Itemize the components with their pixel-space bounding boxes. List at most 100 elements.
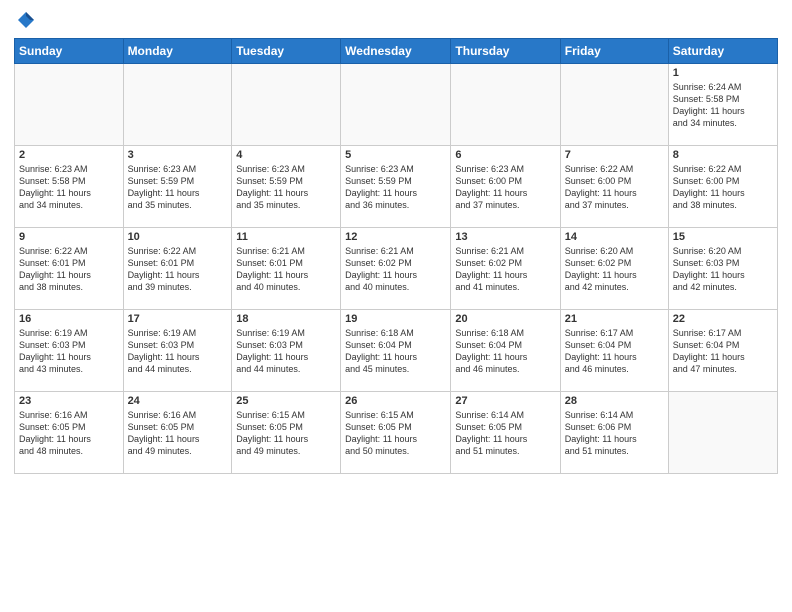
calendar-cell: 5 Sunrise: 6:23 AM Sunset: 5:59 PM Daylig…	[341, 146, 451, 228]
calendar-cell: 27Sunrise: 6:14 AM Sunset: 6:05 PM Dayli…	[451, 392, 560, 474]
calendar-cell: 18 Sunrise: 6:19 AM Sunset: 6:03 PM Dayli…	[232, 310, 341, 392]
calendar-cell: 24 Sunrise: 6:16 AM Sunset: 6:05 PM Dayli…	[123, 392, 232, 474]
day-number: 17	[128, 313, 228, 325]
calendar-cell: 14 Sunrise: 6:20 AM Sunset: 6:02 PM Dayli…	[560, 228, 668, 310]
logo-icon	[16, 10, 36, 30]
calendar-cell: 1 Sunrise: 6:24 AM Sunset: 5:58 PM Daylig…	[668, 64, 777, 146]
calendar-cell	[668, 392, 777, 474]
day-number: 26	[345, 395, 446, 407]
day-number: 5	[345, 149, 446, 161]
day-info: Sunrise: 6:21 AM Sunset: 6:02 PM Dayligh…	[345, 245, 446, 294]
calendar-cell	[341, 64, 451, 146]
calendar-cell: 28 Sunrise: 6:14 AM Sunset: 6:06 PM Dayli…	[560, 392, 668, 474]
day-info: Sunrise: 6:21 AM Sunset: 6:02 PM Dayligh…	[455, 245, 555, 294]
calendar-cell: 6 Sunrise: 6:23 AM Sunset: 6:00 PM Daylig…	[451, 146, 560, 228]
day-number: 24	[128, 395, 228, 407]
calendar-week-5: 23 Sunrise: 6:16 AM Sunset: 6:05 PM Dayli…	[15, 392, 778, 474]
day-number: 22	[673, 313, 773, 325]
day-number: 23	[19, 395, 119, 407]
day-number: 25	[236, 395, 336, 407]
calendar-cell: 2Sunrise: 6:23 AM Sunset: 5:58 PM Daylig…	[15, 146, 124, 228]
weekday-header-monday: Monday	[123, 39, 232, 64]
weekday-header-friday: Friday	[560, 39, 668, 64]
calendar-cell	[560, 64, 668, 146]
calendar-cell: 4 Sunrise: 6:23 AM Sunset: 5:59 PM Daylig…	[232, 146, 341, 228]
calendar-cell: 26 Sunrise: 6:15 AM Sunset: 6:05 PM Dayli…	[341, 392, 451, 474]
day-info: Sunrise: 6:19 AM Sunset: 6:03 PM Dayligh…	[19, 327, 119, 376]
calendar-cell: 11 Sunrise: 6:21 AM Sunset: 6:01 PM Dayli…	[232, 228, 341, 310]
calendar-cell: 21 Sunrise: 6:17 AM Sunset: 6:04 PM Dayli…	[560, 310, 668, 392]
day-number: 14	[565, 231, 664, 243]
page: SundayMondayTuesdayWednesdayThursdayFrid…	[0, 0, 792, 612]
day-number: 1	[673, 67, 773, 79]
day-number: 12	[345, 231, 446, 243]
calendar-cell	[232, 64, 341, 146]
calendar-week-4: 16 Sunrise: 6:19 AM Sunset: 6:03 PM Dayli…	[15, 310, 778, 392]
weekday-header-wednesday: Wednesday	[341, 39, 451, 64]
day-info: Sunrise: 6:16 AM Sunset: 6:05 PM Dayligh…	[128, 409, 228, 458]
day-info: Sunrise: 6:17 AM Sunset: 6:04 PM Dayligh…	[673, 327, 773, 376]
weekday-header-thursday: Thursday	[451, 39, 560, 64]
calendar-cell: 20 Sunrise: 6:18 AM Sunset: 6:04 PM Dayli…	[451, 310, 560, 392]
calendar-cell: 13Sunrise: 6:21 AM Sunset: 6:02 PM Dayli…	[451, 228, 560, 310]
day-number: 6	[455, 149, 555, 161]
calendar-week-3: 9Sunrise: 6:22 AM Sunset: 6:01 PM Daylig…	[15, 228, 778, 310]
day-info: Sunrise: 6:22 AM Sunset: 6:00 PM Dayligh…	[673, 163, 773, 212]
calendar-cell: 23 Sunrise: 6:16 AM Sunset: 6:05 PM Dayli…	[15, 392, 124, 474]
calendar-cell: 8 Sunrise: 6:22 AM Sunset: 6:00 PM Daylig…	[668, 146, 777, 228]
day-info: Sunrise: 6:22 AM Sunset: 6:01 PM Dayligh…	[128, 245, 228, 294]
day-number: 11	[236, 231, 336, 243]
calendar-header-row: SundayMondayTuesdayWednesdayThursdayFrid…	[15, 39, 778, 64]
calendar-week-2: 2Sunrise: 6:23 AM Sunset: 5:58 PM Daylig…	[15, 146, 778, 228]
calendar-cell: 19 Sunrise: 6:18 AM Sunset: 6:04 PM Dayli…	[341, 310, 451, 392]
day-number: 27	[455, 395, 555, 407]
day-number: 8	[673, 149, 773, 161]
day-number: 10	[128, 231, 228, 243]
calendar-cell: 22 Sunrise: 6:17 AM Sunset: 6:04 PM Dayli…	[668, 310, 777, 392]
day-info: Sunrise: 6:14 AM Sunset: 6:06 PM Dayligh…	[565, 409, 664, 458]
header	[14, 10, 778, 30]
day-number: 15	[673, 231, 773, 243]
day-info: Sunrise: 6:19 AM Sunset: 6:03 PM Dayligh…	[236, 327, 336, 376]
day-number: 2	[19, 149, 119, 161]
day-info: Sunrise: 6:23 AM Sunset: 6:00 PM Dayligh…	[455, 163, 555, 212]
day-info: Sunrise: 6:17 AM Sunset: 6:04 PM Dayligh…	[565, 327, 664, 376]
calendar-cell	[123, 64, 232, 146]
day-info: Sunrise: 6:20 AM Sunset: 6:02 PM Dayligh…	[565, 245, 664, 294]
day-number: 3	[128, 149, 228, 161]
calendar-cell: 12 Sunrise: 6:21 AM Sunset: 6:02 PM Dayli…	[341, 228, 451, 310]
calendar-week-1: 1 Sunrise: 6:24 AM Sunset: 5:58 PM Daylig…	[15, 64, 778, 146]
day-number: 16	[19, 313, 119, 325]
weekday-header-tuesday: Tuesday	[232, 39, 341, 64]
calendar-cell: 7Sunrise: 6:22 AM Sunset: 6:00 PM Daylig…	[560, 146, 668, 228]
day-info: Sunrise: 6:23 AM Sunset: 5:59 PM Dayligh…	[345, 163, 446, 212]
day-info: Sunrise: 6:24 AM Sunset: 5:58 PM Dayligh…	[673, 81, 773, 130]
day-info: Sunrise: 6:15 AM Sunset: 6:05 PM Dayligh…	[345, 409, 446, 458]
day-info: Sunrise: 6:22 AM Sunset: 6:00 PM Dayligh…	[565, 163, 664, 212]
calendar-cell: 9Sunrise: 6:22 AM Sunset: 6:01 PM Daylig…	[15, 228, 124, 310]
day-number: 4	[236, 149, 336, 161]
day-number: 18	[236, 313, 336, 325]
day-info: Sunrise: 6:18 AM Sunset: 6:04 PM Dayligh…	[345, 327, 446, 376]
day-info: Sunrise: 6:21 AM Sunset: 6:01 PM Dayligh…	[236, 245, 336, 294]
day-number: 21	[565, 313, 664, 325]
calendar-cell: 3 Sunrise: 6:23 AM Sunset: 5:59 PM Daylig…	[123, 146, 232, 228]
weekday-header-sunday: Sunday	[15, 39, 124, 64]
logo	[14, 10, 36, 30]
weekday-header-saturday: Saturday	[668, 39, 777, 64]
day-info: Sunrise: 6:20 AM Sunset: 6:03 PM Dayligh…	[673, 245, 773, 294]
day-info: Sunrise: 6:16 AM Sunset: 6:05 PM Dayligh…	[19, 409, 119, 458]
day-info: Sunrise: 6:15 AM Sunset: 6:05 PM Dayligh…	[236, 409, 336, 458]
day-info: Sunrise: 6:22 AM Sunset: 6:01 PM Dayligh…	[19, 245, 119, 294]
day-info: Sunrise: 6:18 AM Sunset: 6:04 PM Dayligh…	[455, 327, 555, 376]
day-info: Sunrise: 6:23 AM Sunset: 5:59 PM Dayligh…	[236, 163, 336, 212]
calendar-cell: 17 Sunrise: 6:19 AM Sunset: 6:03 PM Dayli…	[123, 310, 232, 392]
calendar-cell: 10 Sunrise: 6:22 AM Sunset: 6:01 PM Dayli…	[123, 228, 232, 310]
calendar-cell	[15, 64, 124, 146]
calendar-cell	[451, 64, 560, 146]
day-info: Sunrise: 6:23 AM Sunset: 5:59 PM Dayligh…	[128, 163, 228, 212]
day-number: 20	[455, 313, 555, 325]
day-info: Sunrise: 6:19 AM Sunset: 6:03 PM Dayligh…	[128, 327, 228, 376]
day-number: 28	[565, 395, 664, 407]
day-number: 19	[345, 313, 446, 325]
